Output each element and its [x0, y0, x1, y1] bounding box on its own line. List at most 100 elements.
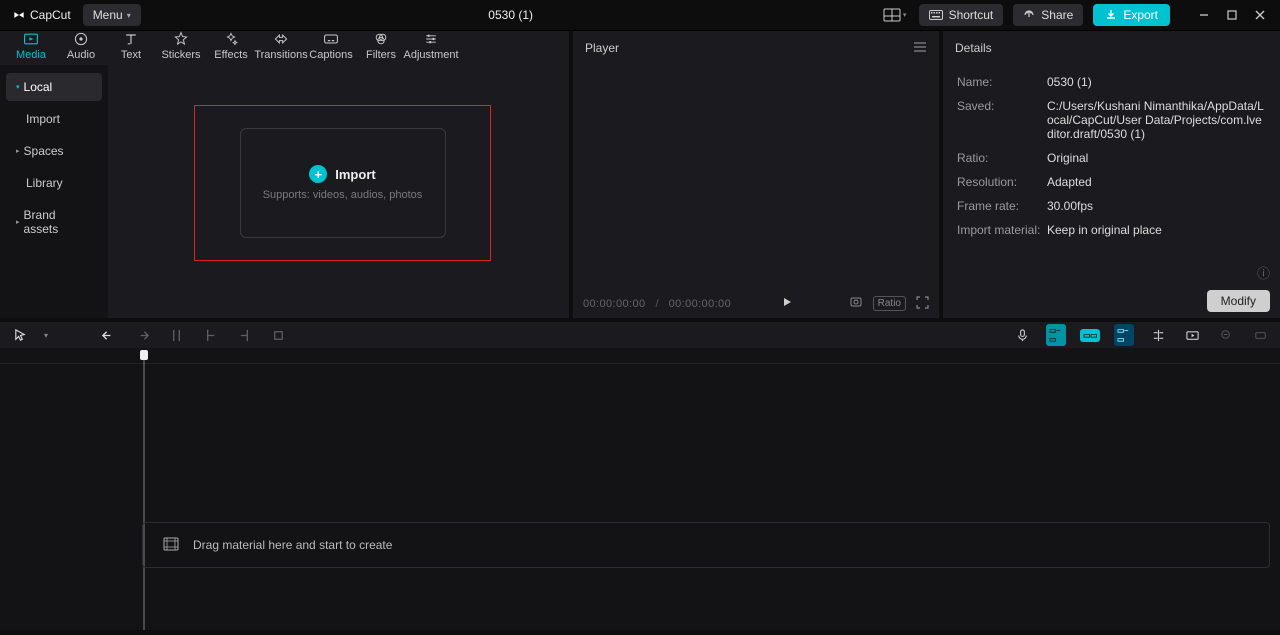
media-icon [23, 31, 39, 47]
tab-audio[interactable]: Audio [56, 29, 106, 65]
pointer-tool[interactable] [10, 325, 30, 345]
fullscreen-button[interactable] [916, 296, 929, 312]
timeline-drop-hint: Drag material here and start to create [193, 538, 392, 552]
tab-transitions[interactable]: Transitions [256, 29, 306, 65]
transitions-icon [273, 31, 289, 47]
player-header: Player [573, 30, 943, 65]
sidebar-item-import[interactable]: Import [6, 105, 102, 133]
import-highlight: + Import Supports: videos, audios, photo… [194, 105, 491, 261]
playhead[interactable] [140, 350, 148, 364]
window-controls [1190, 4, 1274, 26]
undo-button[interactable] [98, 325, 118, 345]
details-import-value: Keep in original place [1047, 223, 1266, 237]
preview-render-button[interactable] [1182, 325, 1202, 345]
trim-right-button [234, 325, 254, 345]
details-import-label: Import material: [957, 223, 1047, 237]
help-icon[interactable]: ⓘ [1257, 263, 1270, 282]
tab-effects[interactable]: Effects [206, 29, 256, 65]
stickers-icon [173, 31, 189, 47]
app-logo: CapCut [6, 8, 77, 22]
track-toggle-button [1250, 325, 1270, 345]
tab-text[interactable]: Text [106, 29, 156, 65]
import-dropzone[interactable]: + Import Supports: videos, audios, photo… [240, 128, 446, 238]
tab-adjustment[interactable]: Adjustment [406, 29, 456, 65]
menu-button[interactable]: Menu ▾ [83, 4, 141, 26]
triangle-right-icon: ▸ [16, 147, 20, 155]
share-button[interactable]: Share [1013, 4, 1083, 26]
details-header: Details [943, 30, 1280, 65]
timeline[interactable]: Drag material here and start to create [0, 348, 1280, 630]
chevron-down-icon: ▾ [903, 11, 907, 19]
titlebar-right: ▾ Shortcut Share Export [881, 4, 1274, 26]
time-total: 00:00:00:00 [669, 298, 732, 310]
sidebar-item-spaces[interactable]: ▸Spaces [6, 137, 102, 165]
import-subtext: Supports: videos, audios, photos [263, 189, 423, 201]
maximize-button[interactable] [1218, 4, 1246, 26]
timeline-toolbar: ▾ ▭–▭ ▭▭ ▭–▭ [0, 318, 1280, 348]
filters-icon [373, 31, 389, 47]
magnet-link-button[interactable]: ▭–▭ [1114, 325, 1134, 345]
play-button[interactable] [781, 296, 793, 311]
plus-circle-icon: + [309, 165, 327, 183]
magnet-main-button[interactable]: ▭–▭ [1046, 325, 1066, 345]
snapshot-button[interactable] [849, 295, 863, 312]
tab-stickers[interactable]: Stickers [156, 29, 206, 65]
layout-button[interactable]: ▾ [881, 4, 909, 26]
magnet-auto-button[interactable]: ▭▭ [1080, 325, 1100, 345]
sidebar-item-local[interactable]: ▾Local [6, 73, 102, 101]
app-name: CapCut [30, 8, 71, 22]
trim-left-button [200, 325, 220, 345]
share-icon [1023, 9, 1035, 21]
modify-button[interactable]: Modify [1207, 290, 1270, 312]
import-label: Import [335, 167, 375, 182]
tab-media[interactable]: Media [6, 29, 56, 65]
details-ratio-label: Ratio: [957, 151, 1047, 165]
timeline-drop-track[interactable]: Drag material here and start to create [142, 522, 1270, 568]
redo-button [132, 325, 152, 345]
minimize-button[interactable] [1190, 4, 1218, 26]
details-name-value: 0530 (1) [1047, 75, 1266, 89]
details-ratio-value: Original [1047, 151, 1266, 165]
tab-filters[interactable]: Filters [356, 29, 406, 65]
tab-captions[interactable]: Captions [306, 29, 356, 65]
export-button[interactable]: Export [1093, 4, 1170, 26]
player-title: Player [585, 41, 619, 55]
split-button [166, 325, 186, 345]
player-panel: 00:00:00:00 / 00:00:00:00 Ratio [573, 65, 943, 318]
player-controls: 00:00:00:00 / 00:00:00:00 Ratio [573, 295, 939, 312]
sidebar-item-library[interactable]: Library [6, 169, 102, 197]
audio-icon [73, 31, 89, 47]
details-framerate-value: 30.00fps [1047, 199, 1266, 213]
details-resolution-value: Adapted [1047, 175, 1266, 189]
zoom-out-button [1216, 325, 1236, 345]
export-icon [1105, 9, 1117, 21]
details-saved-label: Saved: [957, 99, 1047, 141]
main-tabs: Media Audio Text Stickers Effects Transi… [0, 30, 573, 65]
pointer-dropdown[interactable]: ▾ [36, 325, 56, 345]
details-resolution-label: Resolution: [957, 175, 1047, 189]
record-voiceover-button[interactable] [1012, 325, 1032, 345]
effects-icon [223, 31, 239, 47]
details-framerate-label: Frame rate: [957, 199, 1047, 213]
sidebar-item-brand-assets[interactable]: ▸Brand assets [6, 201, 102, 243]
triangle-down-icon: ▾ [16, 83, 20, 91]
align-button[interactable] [1148, 325, 1168, 345]
close-button[interactable] [1246, 4, 1274, 26]
media-sidebar: ▾Local Import ▸Spaces Library ▸Brand ass… [0, 65, 108, 318]
details-panel: Name:0530 (1) Saved:C:/Users/Kushani Nim… [943, 65, 1280, 318]
film-icon [163, 537, 179, 554]
mid-panels: ▾Local Import ▸Spaces Library ▸Brand ass… [0, 65, 1280, 318]
ratio-button[interactable]: Ratio [873, 296, 906, 311]
project-title: 0530 (1) [141, 8, 881, 22]
media-body: + Import Supports: videos, audios, photo… [108, 65, 569, 318]
shortcut-button[interactable]: Shortcut [919, 4, 1004, 26]
player-menu-button[interactable] [913, 41, 927, 56]
panel-headers: Media Audio Text Stickers Effects Transi… [0, 30, 1280, 65]
timeline-ruler[interactable] [0, 348, 1280, 364]
keyboard-icon [929, 10, 943, 20]
titlebar: CapCut Menu ▾ 0530 (1) ▾ Shortcut Share … [0, 0, 1280, 30]
import-row: + Import [309, 165, 375, 183]
triangle-right-icon: ▸ [16, 218, 20, 226]
captions-icon [323, 31, 339, 47]
delete-button [268, 325, 288, 345]
